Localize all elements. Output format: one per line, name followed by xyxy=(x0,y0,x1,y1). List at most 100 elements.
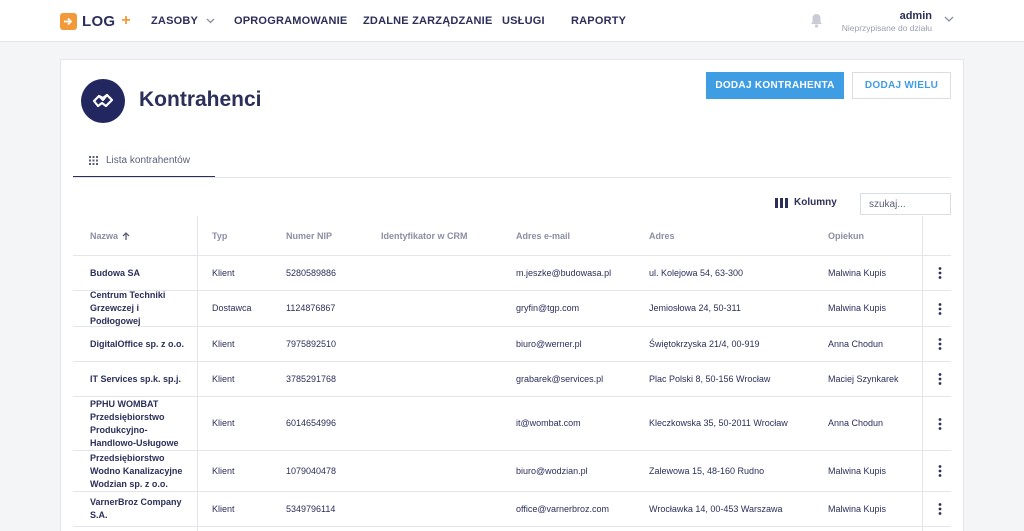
tab-contractor-list[interactable]: Lista kontrahentów xyxy=(73,145,215,178)
cell-email: biuro@wodzian.pl xyxy=(516,465,588,476)
column-header-type[interactable]: Typ xyxy=(212,231,227,241)
cell-nip: 1079040478 xyxy=(286,465,337,476)
cell-address: Zalewowa 15, 48-160 Rudno xyxy=(649,465,765,476)
table-row[interactable]: PPHU WOMBAT Przedsiębiorstwo Produkcyjno… xyxy=(73,397,951,451)
header-label: Adres xyxy=(649,231,675,241)
cell-name[interactable]: Centrum Techniki Grzewczej i Podłogowej xyxy=(90,290,190,326)
column-header-nip[interactable]: Numer NIP xyxy=(286,231,332,241)
cell-guardian: Anna Chodun xyxy=(828,418,884,428)
cell-address: Jemiosłowa 24, 50-311 xyxy=(649,303,741,313)
more-vertical-icon xyxy=(938,503,942,515)
column-header-email[interactable]: Adres e-mail xyxy=(516,231,570,241)
header-label: Opiekun xyxy=(828,231,865,241)
page-title: Kontrahenci xyxy=(139,88,262,111)
cell-guardian: Malwina Kupis xyxy=(828,303,887,313)
nav-item-zdalne-zarzadzanie[interactable]: ZDALNE ZARZĄDZANIE xyxy=(363,0,492,42)
table-row[interactable]: VarnerBroz Company S.A. Klient 534979611… xyxy=(73,492,951,527)
row-menu-button[interactable] xyxy=(933,291,947,326)
contractors-avatar xyxy=(81,79,125,123)
column-header-name[interactable]: Nazwa xyxy=(90,231,130,241)
more-vertical-icon xyxy=(938,302,942,315)
row-menu-button[interactable] xyxy=(933,362,947,396)
more-vertical-icon xyxy=(938,465,942,477)
row-menu-button[interactable] xyxy=(933,397,947,450)
columns-button[interactable]: Kolumny xyxy=(775,197,837,208)
columns-label: Kolumny xyxy=(794,197,837,208)
chevron-down-icon xyxy=(206,18,215,24)
more-vertical-icon xyxy=(938,417,942,430)
header-label: Adres e-mail xyxy=(516,231,571,241)
bell-icon[interactable] xyxy=(810,13,823,28)
row-menu-button[interactable] xyxy=(933,451,947,491)
table-row[interactable]: Budowa SA Klient 5280589886 m.jeszke@bud… xyxy=(73,256,951,291)
cell-name[interactable]: Przedsiębiorstwo Wodno Kanalizacyjne Wod… xyxy=(90,451,190,491)
cell-nip: 5349796114 xyxy=(286,503,336,514)
chevron-down-icon[interactable] xyxy=(944,16,954,23)
nav-item-uslugi[interactable]: USŁUGI xyxy=(502,0,545,42)
column-header-guardian[interactable]: Opiekun xyxy=(828,231,864,241)
user-department: Nieprzypisane do działu xyxy=(841,23,932,33)
cell-name[interactable]: VarnerBroz Company S.A. xyxy=(90,492,190,526)
grid-icon xyxy=(89,156,98,165)
cell-name[interactable]: DigitalOffice sp. z o.o. xyxy=(90,327,190,361)
table-row[interactable]: IT Services sp.k. sp.j. Klient 378529176… xyxy=(73,362,951,397)
cell-email: office@varnerbroz.com xyxy=(516,503,610,514)
header-label: Typ xyxy=(212,231,228,241)
nav-item-zasoby[interactable]: ZASOBY xyxy=(151,0,215,42)
cell-type: Dostawca xyxy=(212,303,252,313)
cell-name[interactable]: Budowa SA xyxy=(90,256,190,290)
cell-guardian: Malwina Kupis xyxy=(828,465,887,476)
add-contractor-button[interactable]: DODAJ KONTRAHENTA xyxy=(706,72,844,99)
table-row[interactable]: Przedsiębiorstwo Wodno Kanalizacyjne Wod… xyxy=(73,451,951,492)
contractors-card: Kontrahenci DODAJ KONTRAHENTA DODAJ WIEL… xyxy=(60,59,964,531)
cell-email: biuro@werner.pl xyxy=(516,338,582,349)
more-vertical-icon xyxy=(938,338,942,350)
logo-arrow-icon xyxy=(60,12,77,30)
cell-name[interactable]: PPHU WOMBAT Przedsiębiorstwo Produkcyjno… xyxy=(90,397,190,450)
cell-guardian: Anna Chodun xyxy=(828,338,884,349)
cell-type: Klient xyxy=(212,338,235,349)
logo-plus: + xyxy=(121,12,131,29)
handshake-icon xyxy=(92,93,114,108)
header-label: Identyfikator w CRM xyxy=(381,231,468,241)
cell-guardian: Maciej Szynkarek xyxy=(828,373,899,384)
tab-label: Lista kontrahentów xyxy=(106,155,190,166)
header-label: Nazwa xyxy=(90,231,119,241)
user-name[interactable]: admin xyxy=(860,10,932,22)
nav-label: USŁUGI xyxy=(502,15,545,27)
row-menu-button[interactable] xyxy=(933,492,947,526)
cell-nip: 3785291768 xyxy=(286,373,337,384)
cell-nip: 6014654996 xyxy=(286,418,337,428)
cell-nip: 5280589886 xyxy=(286,267,337,278)
cell-guardian: Malwina Kupis xyxy=(828,503,887,514)
column-header-crm[interactable]: Identyfikator w CRM xyxy=(381,231,468,241)
table-row[interactable]: DigitalOffice sp. z o.o. Klient 79758925… xyxy=(73,327,951,362)
row-menu-button[interactable] xyxy=(933,327,947,361)
cell-type: Klient xyxy=(212,373,235,384)
cell-address: Wrocławka 14, 00-453 Warszawa xyxy=(649,503,783,514)
app-logo[interactable]: LOG + xyxy=(60,12,131,30)
more-vertical-icon xyxy=(938,373,942,385)
cell-guardian: Malwina Kupis xyxy=(828,267,887,278)
logo-text: LOG xyxy=(82,12,116,30)
cell-name[interactable]: IT Services sp.k. sp.j. xyxy=(90,362,190,396)
row-menu-button[interactable] xyxy=(933,256,947,290)
cell-nip: 1124876867 xyxy=(286,303,336,313)
column-header-address[interactable]: Adres xyxy=(649,231,675,241)
cell-address: Plac Polski 8, 50-156 Wrocław xyxy=(649,373,771,384)
cell-address: Świętokrzyska 21/4, 00-919 xyxy=(649,338,760,349)
cell-type: Klient xyxy=(212,465,235,476)
cell-email: it@wombat.com xyxy=(516,418,581,428)
sort-ascending-icon[interactable] xyxy=(122,231,130,241)
cell-email: grabarek@services.pl xyxy=(516,373,604,384)
nav-item-raporty[interactable]: RAPORTY xyxy=(571,0,626,42)
add-many-button[interactable]: DODAJ WIELU xyxy=(852,72,951,99)
search-input[interactable] xyxy=(860,193,951,215)
columns-icon xyxy=(775,197,788,208)
cell-address: ul. Kolejowa 54, 63-300 xyxy=(649,267,744,278)
cell-email: m.jeszke@budowasa.pl xyxy=(516,267,612,278)
table-row[interactable]: Centrum Techniki Grzewczej i Podłogowej … xyxy=(73,290,951,327)
nav-item-oprogramowanie[interactable]: OPROGRAMOWANIE xyxy=(234,0,347,42)
nav-label: ZASOBY xyxy=(151,15,199,27)
tab-divider xyxy=(73,177,951,178)
